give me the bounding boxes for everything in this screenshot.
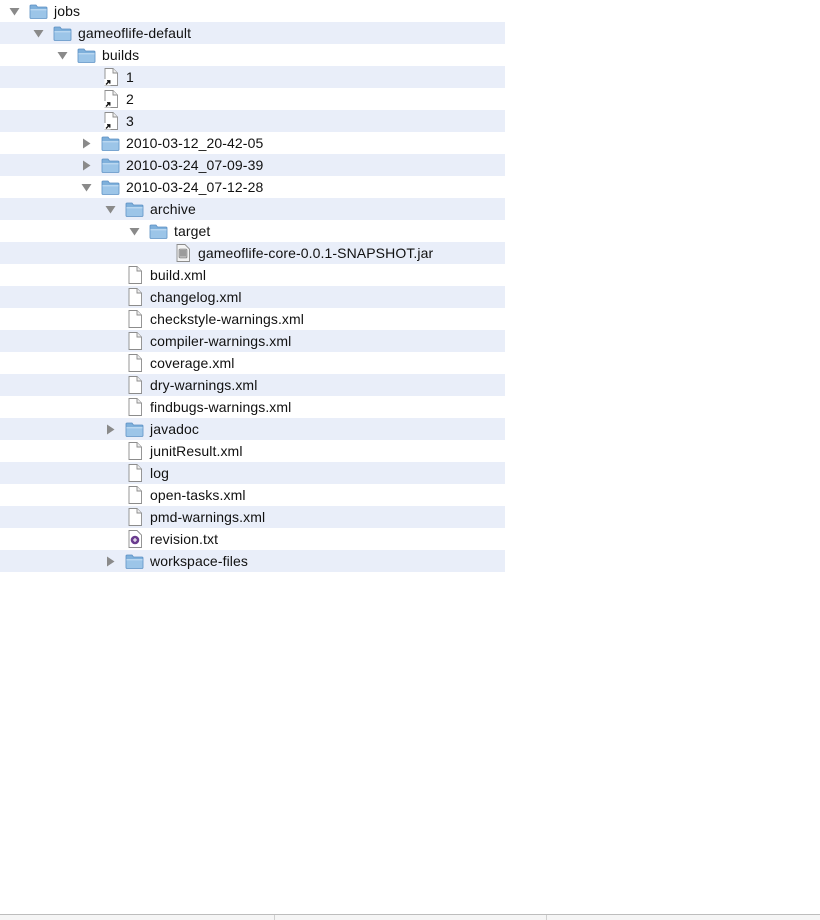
tree-row[interactable]: checkstyle-warnings.xml [0,308,505,330]
tree-row[interactable]: 2010-03-24_07-12-28 [0,176,505,198]
disclosure-triangle-collapsed-icon[interactable] [103,554,117,568]
tree-row[interactable]: gameoflife-default [0,22,505,44]
tree-row[interactable]: builds [0,44,505,66]
disclosure-triangle-expanded-icon[interactable] [31,26,45,40]
tree-item-label: jobs [54,3,81,19]
folder-icon [29,2,48,20]
document-icon [125,486,144,504]
folder-icon [77,46,96,64]
document-icon [125,508,144,526]
tree-row[interactable]: findbugs-warnings.xml [0,396,505,418]
tree-item-label: revision.txt [150,531,219,547]
folder-icon [125,200,144,218]
folder-icon [53,24,72,42]
tree-item-label: findbugs-warnings.xml [150,399,292,415]
tree-item-label: 2010-03-12_20-42-05 [126,135,264,151]
tree-row[interactable]: coverage.xml [0,352,505,374]
document-icon [125,354,144,372]
tree-item-label: gameoflife-default [78,25,192,41]
folder-icon [101,178,120,196]
disclosure-triangle-collapsed-icon[interactable] [79,158,93,172]
tree-item-label: target [174,223,211,239]
tree-row[interactable]: 2010-03-12_20-42-05 [0,132,505,154]
tree-row[interactable]: build.xml [0,264,505,286]
tree-row[interactable]: gameoflife-core-0.0.1-SNAPSHOT.jar [0,242,505,264]
alias-icon [101,68,120,86]
tree-row[interactable]: workspace-files [0,550,505,572]
column-footer [0,914,820,920]
tree-item-label: checkstyle-warnings.xml [150,311,305,327]
folder-icon [101,134,120,152]
tree-row[interactable]: log [0,462,505,484]
tree-row[interactable]: open-tasks.xml [0,484,505,506]
alias-icon [101,90,120,108]
tree-row[interactable]: archive [0,198,505,220]
tree-item-label: builds [102,47,140,63]
folder-icon [101,156,120,174]
disclosure-triangle-collapsed-icon[interactable] [103,422,117,436]
tree-row[interactable]: 1 [0,66,505,88]
tree-item-label: 2010-03-24_07-09-39 [126,157,264,173]
tree-row[interactable]: 2010-03-24_07-09-39 [0,154,505,176]
tree-item-label: workspace-files [150,553,248,569]
disclosure-triangle-expanded-icon[interactable] [7,4,21,18]
tree-item-label: 2 [126,91,134,107]
tree-row[interactable]: pmd-warnings.xml [0,506,505,528]
disclosure-triangle-expanded-icon[interactable] [55,48,69,62]
tree-row[interactable]: jobs [0,0,505,22]
disclosure-triangle-expanded-icon[interactable] [103,202,117,216]
alias-icon [101,112,120,130]
tree-item-label: compiler-warnings.xml [150,333,292,349]
tree-row[interactable]: javadoc [0,418,505,440]
disclosure-triangle-expanded-icon[interactable] [79,180,93,194]
tree-row[interactable]: dry-warnings.xml [0,374,505,396]
folder-icon [149,222,168,240]
tree-item-label: pmd-warnings.xml [150,509,266,525]
tree-row[interactable]: changelog.xml [0,286,505,308]
document-icon [125,266,144,284]
file-tree: jobs gameoflife-default builds 1 2 3 201… [0,0,505,572]
tree-row[interactable]: compiler-warnings.xml [0,330,505,352]
document-icon [125,332,144,350]
tree-item-label: coverage.xml [150,355,235,371]
disclosure-triangle-collapsed-icon[interactable] [79,136,93,150]
tree-item-label: changelog.xml [150,289,242,305]
tree-item-label: junitResult.xml [150,443,243,459]
tree-item-label: build.xml [150,267,207,283]
text-file-icon [125,530,144,548]
folder-icon [125,420,144,438]
tree-item-label: javadoc [150,421,199,437]
tree-row[interactable]: 2 [0,88,505,110]
document-icon [125,442,144,460]
jar-file-icon [173,244,192,262]
document-icon [125,288,144,306]
tree-item-label: 3 [126,113,134,129]
folder-icon [125,552,144,570]
tree-item-label: dry-warnings.xml [150,377,258,393]
tree-item-label: open-tasks.xml [150,487,246,503]
tree-item-label: archive [150,201,196,217]
tree-item-label: gameoflife-core-0.0.1-SNAPSHOT.jar [198,245,434,261]
document-icon [125,376,144,394]
document-icon [125,398,144,416]
tree-row[interactable]: 3 [0,110,505,132]
tree-row[interactable]: junitResult.xml [0,440,505,462]
tree-item-label: log [150,465,169,481]
tree-row[interactable]: target [0,220,505,242]
disclosure-triangle-expanded-icon[interactable] [127,224,141,238]
document-icon [125,310,144,328]
tree-row[interactable]: revision.txt [0,528,505,550]
tree-item-label: 2010-03-24_07-12-28 [126,179,264,195]
tree-item-label: 1 [126,69,134,85]
document-icon [125,464,144,482]
